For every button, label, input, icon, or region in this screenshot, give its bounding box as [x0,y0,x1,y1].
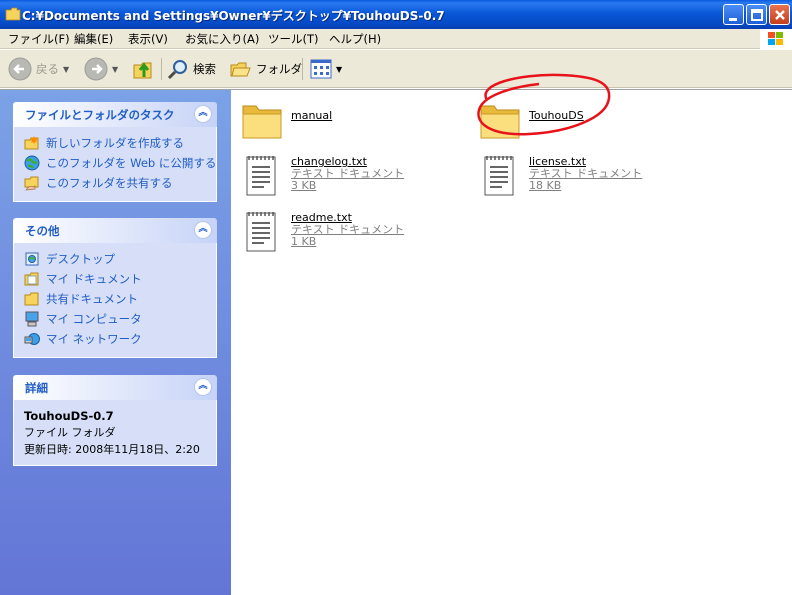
forward-dropdown-icon[interactable]: ▼ [112,65,118,74]
place-label: マイ コンピュータ [46,312,142,326]
place-my-network[interactable]: マイ ネットワーク [24,329,216,349]
place-label: マイ ドキュメント [46,272,142,286]
place-my-documents[interactable]: マイ ドキュメント [24,269,216,289]
menu-file[interactable]: ファイル(F) [8,31,70,47]
panel-title: ファイルとフォルダのタスク [25,108,175,122]
forward-button[interactable]: ▼ [84,56,118,82]
title-bar: C:¥Documents and Settings¥Owner¥デスクトップ¥T… [0,0,792,29]
back-dropdown-icon[interactable]: ▼ [63,65,69,74]
close-icon [775,10,785,20]
other-places-panel: その他 ︽ デスクトップ マイ ドキュメント 共有ドキュメント マイ コンピュー… [13,218,217,358]
file-item-license[interactable]: license.txt テキスト ドキュメント 18 KB [477,152,642,200]
details-panel: 詳細 ︽ TouhouDS-0.7 ファイル フォルダ 更新日時: 2008年1… [13,375,217,466]
place-desktop[interactable]: デスクトップ [24,249,216,269]
views-icon [310,59,332,79]
task-label: このフォルダを Web に公開する [46,156,217,170]
file-size: 1 KB [291,235,317,248]
collapse-chevron-icon[interactable]: ︽ [194,105,212,123]
desktop-icon [25,252,39,266]
file-name: manual [291,109,333,122]
search-label: 検索 [193,62,216,76]
panel-title: 詳細 [25,381,48,395]
maximize-icon [751,9,763,21]
folder-icon [5,7,21,21]
forward-arrow-icon [84,57,108,81]
menu-edit[interactable]: 編集(E) [74,31,113,47]
collapse-chevron-icon[interactable]: ︽ [194,378,212,396]
globe-icon [24,155,40,171]
minimize-button[interactable] [723,4,744,25]
back-arrow-icon [8,57,32,81]
panel-body: 新しいフォルダを作成する このフォルダを Web に公開する このフォルダを共有… [13,127,217,202]
folders-icon [230,62,251,77]
task-label: このフォルダを共有する [46,176,173,190]
text-document-icon [246,212,276,252]
file-size: 18 KB [529,179,562,192]
views-dropdown-icon[interactable]: ▼ [336,65,342,74]
menu-bar: ファイル(F) 編集(E) 表示(V) お気に入り(A) ツール(T) ヘルプ(… [0,29,792,49]
window-title: C:¥Documents and Settings¥Owner¥デスクトップ¥T… [22,9,445,23]
search-button[interactable]: 検索 [167,56,216,82]
menu-view[interactable]: 表示(V) [128,31,168,47]
folders-button[interactable]: フォルダ [230,56,302,82]
close-button[interactable] [769,4,790,25]
minimize-icon [729,18,737,21]
views-button[interactable]: ▼ [310,56,342,82]
new-folder-icon [24,136,39,150]
my-computer-icon [25,311,39,327]
file-folder-tasks-panel: ファイルとフォルダのタスク ︽ 新しいフォルダを作成する このフォルダを Web… [13,102,217,202]
menu-help[interactable]: ヘルプ(H) [329,31,381,47]
my-network-icon [24,333,40,345]
windows-flag-icon [768,32,783,45]
file-size: 3 KB [291,179,317,192]
place-label: 共有ドキュメント [46,292,138,306]
folders-label: フォルダ [256,62,302,76]
up-folder-button[interactable] [132,56,156,82]
panel-body: TouhouDS-0.7 ファイル フォルダ 更新日時: 2008年11月18日… [13,400,217,466]
back-label: 戻る [36,62,59,76]
place-label: マイ ネットワーク [46,332,142,346]
task-label: 新しいフォルダを作成する [46,136,184,150]
details-modified: 更新日時: 2008年11月18日、2:20 [24,443,200,456]
panel-body: デスクトップ マイ ドキュメント 共有ドキュメント マイ コンピュータ マイ ネ… [13,243,217,358]
place-shared-documents[interactable]: 共有ドキュメント [24,289,216,309]
task-new-folder[interactable]: 新しいフォルダを作成する [24,133,216,153]
panel-header[interactable]: その他 ︽ [13,218,217,243]
task-publish-web[interactable]: このフォルダを Web に公開する [24,153,216,173]
task-share-folder[interactable]: このフォルダを共有する [24,173,216,193]
annotation-circle [477,73,611,136]
folder-icon [242,105,282,139]
toolbar: 戻る ▼ ▼ 検索 フォルダ ▼ [0,50,792,88]
toolbar-separator [161,58,162,80]
place-my-computer[interactable]: マイ コンピュータ [24,309,216,329]
file-item-manual[interactable]: manual [239,96,332,144]
file-item-readme[interactable]: readme.txt テキスト ドキュメント 1 KB [239,208,404,256]
collapse-chevron-icon[interactable]: ︽ [194,221,212,239]
menu-favorites[interactable]: お気に入り(A) [185,31,259,47]
up-folder-icon [133,62,152,79]
back-button[interactable]: 戻る ▼ [8,56,69,82]
shared-documents-icon [24,292,39,306]
windows-logo [760,29,792,49]
panel-header[interactable]: ファイルとフォルダのタスク ︽ [13,102,217,127]
file-item-changelog[interactable]: changelog.txt テキスト ドキュメント 3 KB [239,152,404,200]
shared-folder-icon [24,176,39,191]
toolbar-separator [302,58,303,80]
my-documents-icon [24,272,39,286]
file-list-area: manual TouhouDS changelog.txt テキスト ドキュメン… [231,73,792,595]
place-label: デスクトップ [46,252,115,266]
panel-header[interactable]: 詳細 ︽ [13,375,217,400]
text-document-icon [246,156,276,196]
maximize-button[interactable] [746,4,767,25]
search-icon [167,60,187,80]
menu-tools[interactable]: ツール(T) [268,31,319,47]
panel-title: その他 [25,224,60,238]
details-name: TouhouDS-0.7 [24,409,114,423]
task-pane: ファイルとフォルダのタスク ︽ 新しいフォルダを作成する このフォルダを Web… [0,90,231,595]
details-type: ファイル フォルダ [24,426,116,439]
text-document-icon [484,156,514,196]
